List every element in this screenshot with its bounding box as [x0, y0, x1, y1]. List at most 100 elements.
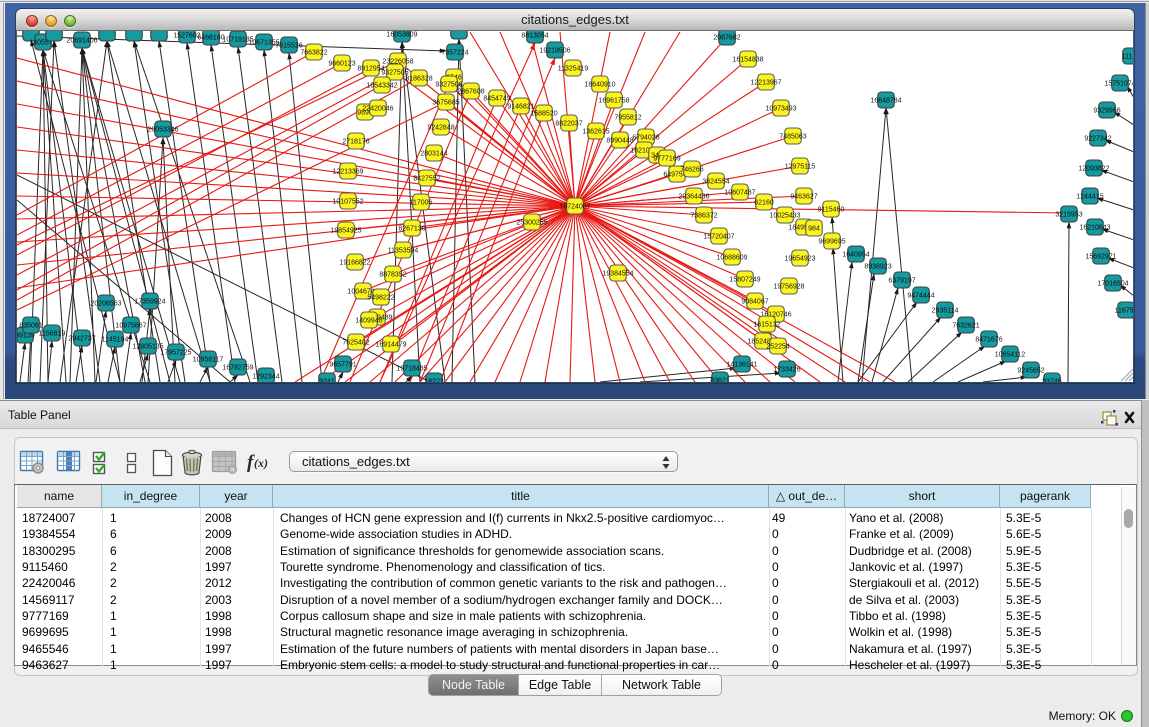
- svg-text:(x): (x): [254, 456, 268, 470]
- svg-text:6794028: 6794028: [632, 135, 659, 142]
- svg-text:16648784: 16648784: [870, 98, 901, 105]
- svg-text:12213967: 12213967: [750, 80, 781, 87]
- svg-text:17016504: 17016504: [1097, 281, 1128, 288]
- svg-text:3624554: 3624554: [702, 179, 729, 186]
- svg-text:984: 984: [808, 226, 820, 233]
- svg-text:12905135: 12905135: [132, 344, 163, 351]
- svg-text:10958117: 10958117: [193, 357, 224, 364]
- svg-text:8427552: 8427552: [413, 176, 440, 183]
- svg-text:8267130: 8267130: [398, 226, 425, 233]
- svg-text:2942737: 2942737: [68, 336, 95, 343]
- svg-text:18223: 18223: [424, 379, 444, 383]
- svg-text:16782759: 16782759: [222, 365, 253, 372]
- svg-text:7515526: 7515526: [275, 43, 302, 50]
- svg-text:9146821: 9146821: [507, 104, 534, 111]
- svg-text:14136141: 14136141: [726, 362, 757, 369]
- svg-text:83621: 83621: [710, 378, 730, 383]
- svg-text:15751074: 15751074: [1104, 81, 1133, 88]
- svg-text:3215953: 3215953: [1055, 212, 1082, 219]
- svg-text:19854925: 19854925: [330, 228, 361, 235]
- svg-text:16210643: 16210643: [1079, 225, 1110, 232]
- svg-text:8990448: 8990448: [606, 138, 633, 145]
- svg-text:2867608: 2867608: [457, 89, 484, 96]
- svg-text:1615132: 1615132: [753, 322, 780, 329]
- svg-text:17957225: 17957225: [160, 350, 191, 357]
- svg-text:8878352: 8878352: [379, 272, 406, 279]
- svg-text:10107552: 10107552: [332, 199, 363, 206]
- svg-text:1156819: 1156819: [39, 331, 66, 338]
- svg-text:7357224: 7357224: [441, 50, 468, 57]
- svg-text:10543342: 10543342: [366, 83, 397, 90]
- svg-text:8471676: 8471676: [975, 337, 1002, 344]
- svg-text:16053809: 16053809: [386, 32, 417, 39]
- svg-text:12975115: 12975115: [785, 164, 816, 171]
- svg-text:1409948: 1409948: [355, 318, 382, 325]
- svg-text:5498222: 5498222: [367, 295, 394, 302]
- svg-text:2935114: 2935114: [932, 308, 959, 315]
- svg-text:9327508: 9327508: [435, 82, 462, 89]
- svg-text:9245652: 9245652: [1017, 368, 1044, 375]
- svg-text:15692971: 15692971: [1085, 254, 1116, 261]
- svg-text:116753: 116753: [1115, 308, 1133, 315]
- svg-text:16914479: 16914479: [375, 342, 406, 349]
- svg-text:9329966: 9329966: [1093, 108, 1120, 115]
- svg-text:835061: 835061: [19, 323, 42, 330]
- svg-text:11123: 11123: [1122, 54, 1133, 61]
- svg-text:10688609: 10688609: [716, 255, 747, 262]
- svg-text:9699695: 9699695: [818, 239, 845, 246]
- svg-text:19218506: 19218506: [539, 48, 570, 55]
- svg-text:18640910: 18640910: [584, 82, 615, 89]
- svg-text:7663822: 7663822: [300, 50, 327, 57]
- svg-text:1640954: 1640954: [842, 252, 869, 259]
- svg-text:25300255: 25300255: [516, 220, 547, 227]
- svg-text:20053346: 20053346: [147, 127, 178, 134]
- svg-text:6466160: 6466160: [197, 35, 224, 42]
- svg-text:11353594: 11353594: [388, 248, 419, 255]
- svg-text:7632621: 7632621: [952, 323, 979, 330]
- svg-text:20206563: 20206563: [90, 301, 121, 308]
- svg-text:10654112: 10654112: [995, 352, 1026, 359]
- svg-text:9241: 9241: [319, 379, 335, 383]
- svg-text:20691406: 20691406: [66, 38, 97, 45]
- svg-text:12093822: 12093822: [1078, 166, 1109, 173]
- svg-text:9657791: 9657791: [329, 362, 356, 369]
- svg-text:19166822: 19166822: [339, 260, 370, 267]
- svg-text:1244415: 1244415: [1076, 194, 1103, 201]
- svg-text:93746: 93746: [1042, 379, 1062, 383]
- svg-text:20364436: 20364436: [678, 194, 709, 201]
- svg-text:9084067: 9084067: [741, 299, 768, 306]
- svg-text:2718176: 2718176: [342, 139, 369, 146]
- svg-text:2803144: 2803144: [420, 151, 447, 158]
- svg-text:19756928: 19756928: [773, 284, 804, 291]
- svg-text:7386372: 7386372: [690, 213, 717, 220]
- svg-text:12213369: 12213369: [332, 169, 363, 176]
- svg-text:117006: 117006: [410, 200, 433, 207]
- svg-text:19718485: 19718485: [396, 366, 427, 373]
- svg-text:6379197: 6379197: [888, 278, 915, 285]
- svg-text:252254: 252254: [766, 344, 789, 351]
- svg-text:15807249: 15807249: [729, 277, 760, 284]
- svg-text:1588520: 1588520: [530, 111, 557, 118]
- svg-text:8454749: 8454749: [483, 96, 510, 103]
- svg-text:15720407: 15720407: [703, 234, 734, 241]
- svg-text:9777169: 9777169: [653, 156, 680, 163]
- svg-text:10607487: 10607487: [724, 190, 755, 197]
- svg-text:1292344: 1292344: [252, 374, 279, 381]
- svg-text:8938923: 8938923: [864, 264, 891, 271]
- svg-text:9463627: 9463627: [790, 194, 817, 201]
- svg-text:8186328: 8186328: [405, 76, 432, 83]
- svg-text:8813054: 8813054: [521, 33, 548, 40]
- svg-text:7485063: 7485063: [779, 134, 806, 141]
- svg-text:16154838: 16154838: [732, 57, 763, 64]
- svg-text:19384554: 19384554: [602, 271, 633, 278]
- svg-text:10025433: 10025433: [769, 213, 800, 220]
- svg-text:2087682: 2087682: [713, 35, 740, 42]
- svg-text:1733426: 1733426: [773, 367, 800, 374]
- svg-text:7955812: 7955812: [614, 115, 641, 122]
- svg-text:3675685: 3675685: [432, 100, 459, 107]
- svg-text:9242848: 9242848: [427, 125, 454, 132]
- svg-text:8822037: 8822037: [555, 121, 582, 128]
- svg-text:9227342: 9227342: [1084, 136, 1111, 143]
- svg-text:16961758: 16961758: [598, 98, 629, 105]
- svg-text:11325419: 11325419: [558, 66, 589, 73]
